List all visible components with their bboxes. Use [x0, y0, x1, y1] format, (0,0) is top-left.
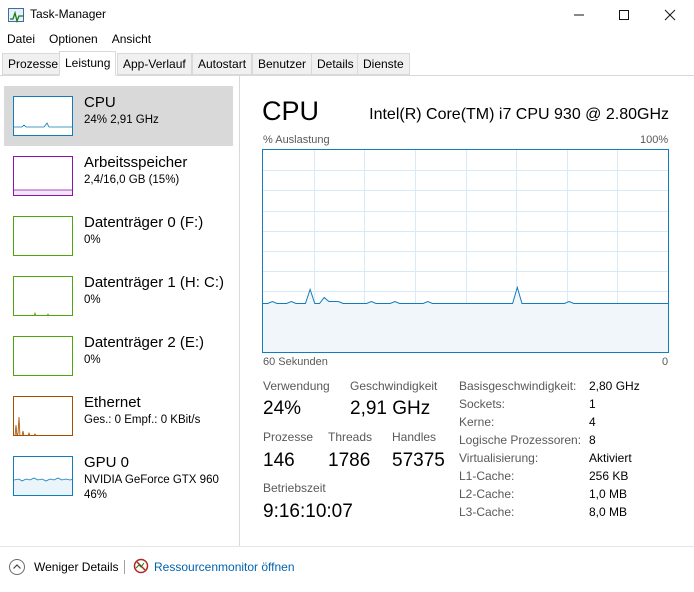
detail-key: Basisgeschwindigkeit: — [459, 379, 577, 393]
menu-datei[interactable]: Datei — [0, 30, 42, 50]
cpu-thumbnail-graph — [13, 96, 73, 136]
disk-0-thumbnail-graph — [13, 216, 73, 256]
speed-label: Geschwindigkeit — [350, 379, 438, 393]
sidebar-item-subtitle: 0% — [84, 234, 101, 246]
sidebar-item-title: Datenträger 2 (E:) — [84, 334, 205, 351]
uptime-value: 9:16:10:07 — [263, 501, 353, 522]
tab-dienste[interactable]: Dienste — [357, 53, 410, 75]
usage-label: Verwendung — [263, 379, 330, 393]
sidebar-item-title: Arbeitsspeicher — [84, 154, 188, 171]
sidebar-item-title: Ethernet — [84, 394, 141, 411]
speed-value: 2,91 GHz — [350, 398, 431, 419]
close-button[interactable] — [647, 0, 693, 30]
ethernet-thumbnail-graph — [13, 396, 73, 436]
task-manager-icon — [8, 8, 24, 23]
usage-value: 24% — [263, 398, 302, 419]
minimize-icon — [574, 14, 584, 16]
resource-sidebar: CPU 24% 2,91 GHz Arbeitsspeicher 2,4/16,… — [0, 76, 240, 546]
detail-key: L1-Cache: — [459, 469, 515, 483]
sidebar-item-title: Datenträger 1 (H: C:) — [84, 274, 225, 291]
sidebar-item-subtitle: 2,4/16,0 GB (15%) — [84, 174, 180, 186]
detail-value: 8 — [589, 433, 596, 447]
title-bar[interactable]: Task-Manager — [0, 0, 694, 30]
tab-autostart[interactable]: Autostart — [192, 53, 253, 75]
main-title: CPU — [262, 96, 320, 126]
sidebar-item-subtitle: NVIDIA GeForce GTX 960 — [84, 474, 219, 486]
cpu-usage-area — [263, 287, 668, 352]
menu-bar: Datei Optionen Ansicht — [0, 30, 694, 50]
detail-key: L3-Cache: — [459, 505, 515, 519]
detail-value: 256 KB — [589, 469, 629, 483]
handles-label: Handles — [392, 430, 437, 444]
threads-value: 1786 — [328, 450, 371, 471]
sidebar-item-title: CPU — [84, 94, 116, 111]
sidebar-item-subtitle-2: 46% — [84, 489, 108, 501]
menu-ansicht[interactable]: Ansicht — [105, 30, 158, 50]
memory-thumbnail-graph — [13, 156, 73, 196]
resource-monitor-icon[interactable] — [133, 558, 149, 574]
menu-optionen[interactable]: Optionen — [42, 30, 105, 50]
detail-key: Sockets: — [459, 397, 506, 411]
processes-label: Prozesse — [263, 430, 314, 444]
footer-bar: Weniger Details Ressourcenmonitor öffnen — [0, 547, 694, 592]
tab-app-verlauf[interactable]: App-Verlauf — [117, 53, 192, 75]
detail-value: Aktiviert — [589, 451, 632, 465]
sidebar-item-ethernet[interactable]: Ethernet Ges.: 0 Empf.: 0 KBit/s — [4, 386, 233, 446]
graph-time-end-label: 0 — [662, 356, 669, 368]
sidebar-item-title: GPU 0 — [84, 454, 130, 471]
detail-value: 2,80 GHz — [589, 379, 640, 393]
sidebar-item-title: Datenträger 0 (F:) — [84, 214, 204, 231]
maximize-button[interactable] — [601, 0, 647, 30]
close-icon — [664, 9, 676, 21]
gpu-thumbnail-graph — [13, 456, 73, 496]
sidebar-item-datentraeger-1[interactable]: Datenträger 1 (H: C:) 0% — [4, 266, 233, 326]
detail-value: 4 — [589, 415, 596, 429]
detail-value: 1 — [589, 397, 596, 411]
tab-benutzer[interactable]: Benutzer — [252, 53, 313, 75]
footer-separator — [124, 560, 125, 574]
tab-leistung[interactable]: Leistung — [59, 51, 117, 76]
processes-value: 146 — [263, 450, 295, 471]
chevron-up-icon[interactable] — [9, 559, 25, 575]
disk-1-thumbnail-graph — [13, 276, 73, 316]
window-title: Task-Manager — [30, 7, 107, 21]
maximize-icon — [619, 10, 629, 20]
sidebar-item-datentraeger-2[interactable]: Datenträger 2 (E:) 0% — [4, 326, 233, 386]
cpu-usage-graph — [262, 149, 669, 353]
graph-time-span-label: 60 Sekunden — [263, 356, 328, 368]
detail-key: Kerne: — [459, 415, 495, 429]
fewer-details-link[interactable]: Weniger Details — [34, 560, 118, 574]
sidebar-item-subtitle: 24% 2,91 GHz — [84, 114, 159, 126]
graph-y-label: % Auslastung — [263, 134, 330, 146]
tab-details[interactable]: Details — [311, 53, 360, 75]
minimize-button[interactable] — [556, 0, 602, 30]
sidebar-item-datentraeger-0[interactable]: Datenträger 0 (F:) 0% — [4, 206, 233, 266]
disk-2-thumbnail-graph — [13, 336, 73, 376]
detail-key: Virtualisierung: — [459, 451, 539, 465]
graph-y-max-label: 100% — [640, 134, 669, 146]
sidebar-item-cpu[interactable]: CPU 24% 2,91 GHz — [4, 86, 233, 146]
sidebar-item-subtitle: 0% — [84, 354, 101, 366]
detail-value: 1,0 MB — [589, 487, 628, 501]
handles-value: 57375 — [392, 450, 445, 471]
detail-key: Logische Prozessoren: — [459, 433, 582, 447]
detail-value: 8,0 MB — [589, 505, 628, 519]
sidebar-item-gpu-0[interactable]: GPU 0 NVIDIA GeForce GTX 960 46% — [4, 446, 233, 506]
detail-key: L2-Cache: — [459, 487, 515, 501]
open-resource-monitor-link[interactable]: Ressourcenmonitor öffnen — [154, 560, 295, 574]
threads-label: Threads — [328, 430, 373, 444]
tab-bar: Prozesse Leistung App-Verlauf Autostart … — [0, 51, 694, 76]
sidebar-item-subtitle: 0% — [84, 294, 101, 306]
uptime-label: Betriebszeit — [263, 481, 326, 495]
sidebar-item-subtitle: Ges.: 0 Empf.: 0 KBit/s — [84, 414, 201, 426]
tab-prozesse[interactable]: Prozesse — [2, 53, 65, 75]
cpu-model-name: Intel(R) Core(TM) i7 CPU 930 @ 2.80GHz — [369, 106, 669, 123]
sidebar-item-arbeitsspeicher[interactable]: Arbeitsspeicher 2,4/16,0 GB (15%) — [4, 146, 233, 206]
